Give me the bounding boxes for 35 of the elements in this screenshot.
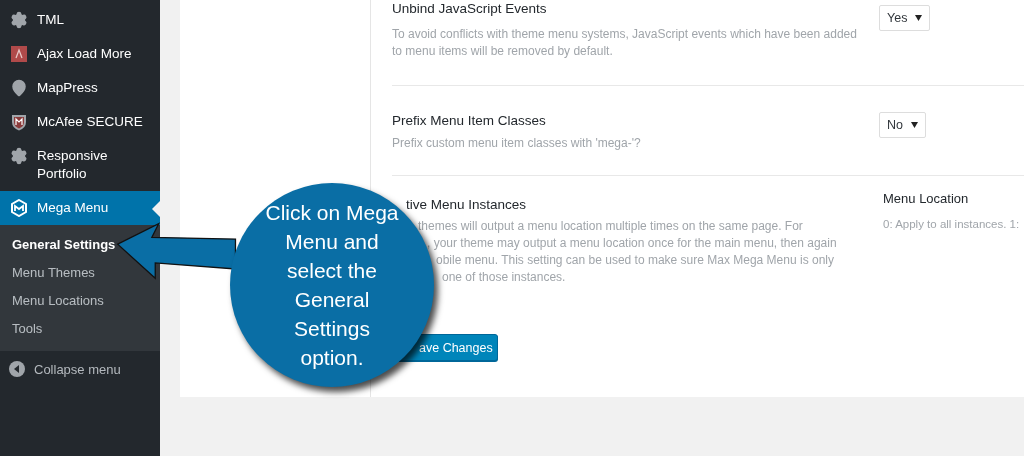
- setting-title: Prefix Menu Item Classes: [392, 112, 547, 130]
- sidebar-item[interactable]: Mega Menu: [0, 191, 160, 225]
- collapse-icon: [9, 361, 25, 377]
- ajax-logo-icon: [11, 46, 27, 62]
- setting-description: one of those instances.: [441, 269, 566, 286]
- submenu-item[interactable]: Tools: [12, 320, 43, 338]
- setting-description: themes will output a menu location multiple times on the same page. For: [417, 218, 803, 235]
- menu-pointer-icon: [152, 201, 160, 217]
- caret-icon: [915, 15, 923, 21]
- submenu-item[interactable]: Menu Locations: [12, 292, 104, 310]
- setting-description: Prefix custom menu item classes with 'mega-'?: [392, 135, 641, 152]
- cube-icon: [10, 199, 28, 217]
- setting-title: tive Menu Instances: [405, 196, 528, 214]
- sidebar-item[interactable]: MapPress: [0, 71, 160, 105]
- dropdown-select[interactable]: No: [879, 112, 926, 138]
- sidebar-item[interactable]: TML: [0, 3, 160, 37]
- shield-icon: [11, 113, 27, 131]
- setting-description: to menu items will be removed by default.: [392, 43, 613, 60]
- setting-description: , your theme may output a menu location once for the main menu, then again: [426, 235, 837, 252]
- sidebar-item[interactable]: Responsive Portfolio: [0, 139, 160, 191]
- setting-description: obile menu. This setting can be used to make sure Max Mega Menu is only: [435, 252, 834, 269]
- caret-icon: [911, 122, 918, 128]
- setting-description: To avoid conflicts with theme menu systems, JavaScript events which have been added: [392, 26, 857, 43]
- submenu-item[interactable]: General Settings: [12, 236, 116, 254]
- gear-icon: [10, 147, 28, 165]
- dropdown-select[interactable]: Yes: [879, 5, 931, 31]
- gear-icon: [10, 11, 28, 29]
- sidebar-item[interactable]: McAfee SECURE: [0, 105, 160, 139]
- collapse-menu-link[interactable]: Collapse menu: [0, 351, 160, 387]
- setting-title: Unbind JavaScript Events: [392, 0, 548, 18]
- submenu-item[interactable]: Menu Themes: [12, 264, 95, 282]
- column-heading: Menu Location: [883, 191, 970, 206]
- sidebar-item[interactable]: Ajax Load More: [0, 37, 160, 71]
- column-text: 0: Apply to all instances. 1:: [883, 218, 1020, 230]
- map-pin-icon: [10, 79, 28, 97]
